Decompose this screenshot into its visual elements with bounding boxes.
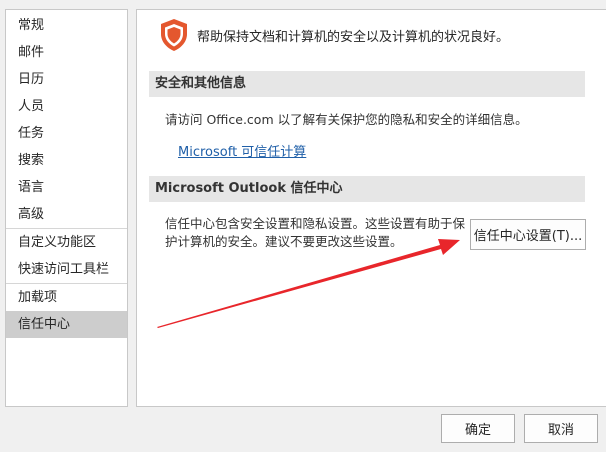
trust-center-text-line1: 信任中心包含安全设置和隐私设置。这些设置有助于保 [165,216,466,231]
sidebar-item-search[interactable]: 搜索 [6,147,127,174]
ok-button[interactable]: 确定 [441,414,515,443]
sidebar-item-general[interactable]: 常规 [6,12,127,39]
sidebar-item-customize-ribbon[interactable]: 自定义功能区 [6,229,127,256]
trustworthy-computing-link[interactable]: Microsoft 可信任计算 [178,141,306,160]
sidebar-item-people[interactable]: 人员 [6,93,127,120]
sidebar-item-advanced[interactable]: 高级 [6,201,127,228]
sidebar-item-mail[interactable]: 邮件 [6,39,127,66]
trust-center-panel: 帮助保持文档和计算机的安全以及计算机的状况良好。 安全和其他信息 请访问 Off… [136,9,606,407]
sidebar-item-add-ins[interactable]: 加载项 [6,284,127,311]
security-info-text: 请访问 Office.com 以了解有关保护您的隐私和安全的详细信息。 [165,112,528,127]
panel-header: 帮助保持文档和计算机的安全以及计算机的状况良好。 [159,18,509,52]
section-security-info-title: 安全和其他信息 [149,71,585,97]
sidebar: 常规 邮件 日历 人员 任务 搜索 语言 高级 自定义功能区 快速访问工具栏 加… [5,9,128,407]
trust-center-text-line2: 护计算机的安全。建议不要更改这些设置。 [165,234,403,249]
sidebar-item-quick-access-toolbar[interactable]: 快速访问工具栏 [6,256,127,283]
trust-center-settings-button[interactable]: 信任中心设置(T)... [470,219,586,250]
sidebar-item-language[interactable]: 语言 [6,174,127,201]
section-trust-center-title: Microsoft Outlook 信任中心 [149,176,585,202]
sidebar-item-tasks[interactable]: 任务 [6,120,127,147]
shield-icon [159,18,189,52]
panel-description: 帮助保持文档和计算机的安全以及计算机的状况良好。 [197,29,510,45]
cancel-button[interactable]: 取消 [524,414,598,443]
sidebar-item-trust-center[interactable]: 信任中心 [6,311,127,338]
sidebar-item-calendar[interactable]: 日历 [6,66,127,93]
